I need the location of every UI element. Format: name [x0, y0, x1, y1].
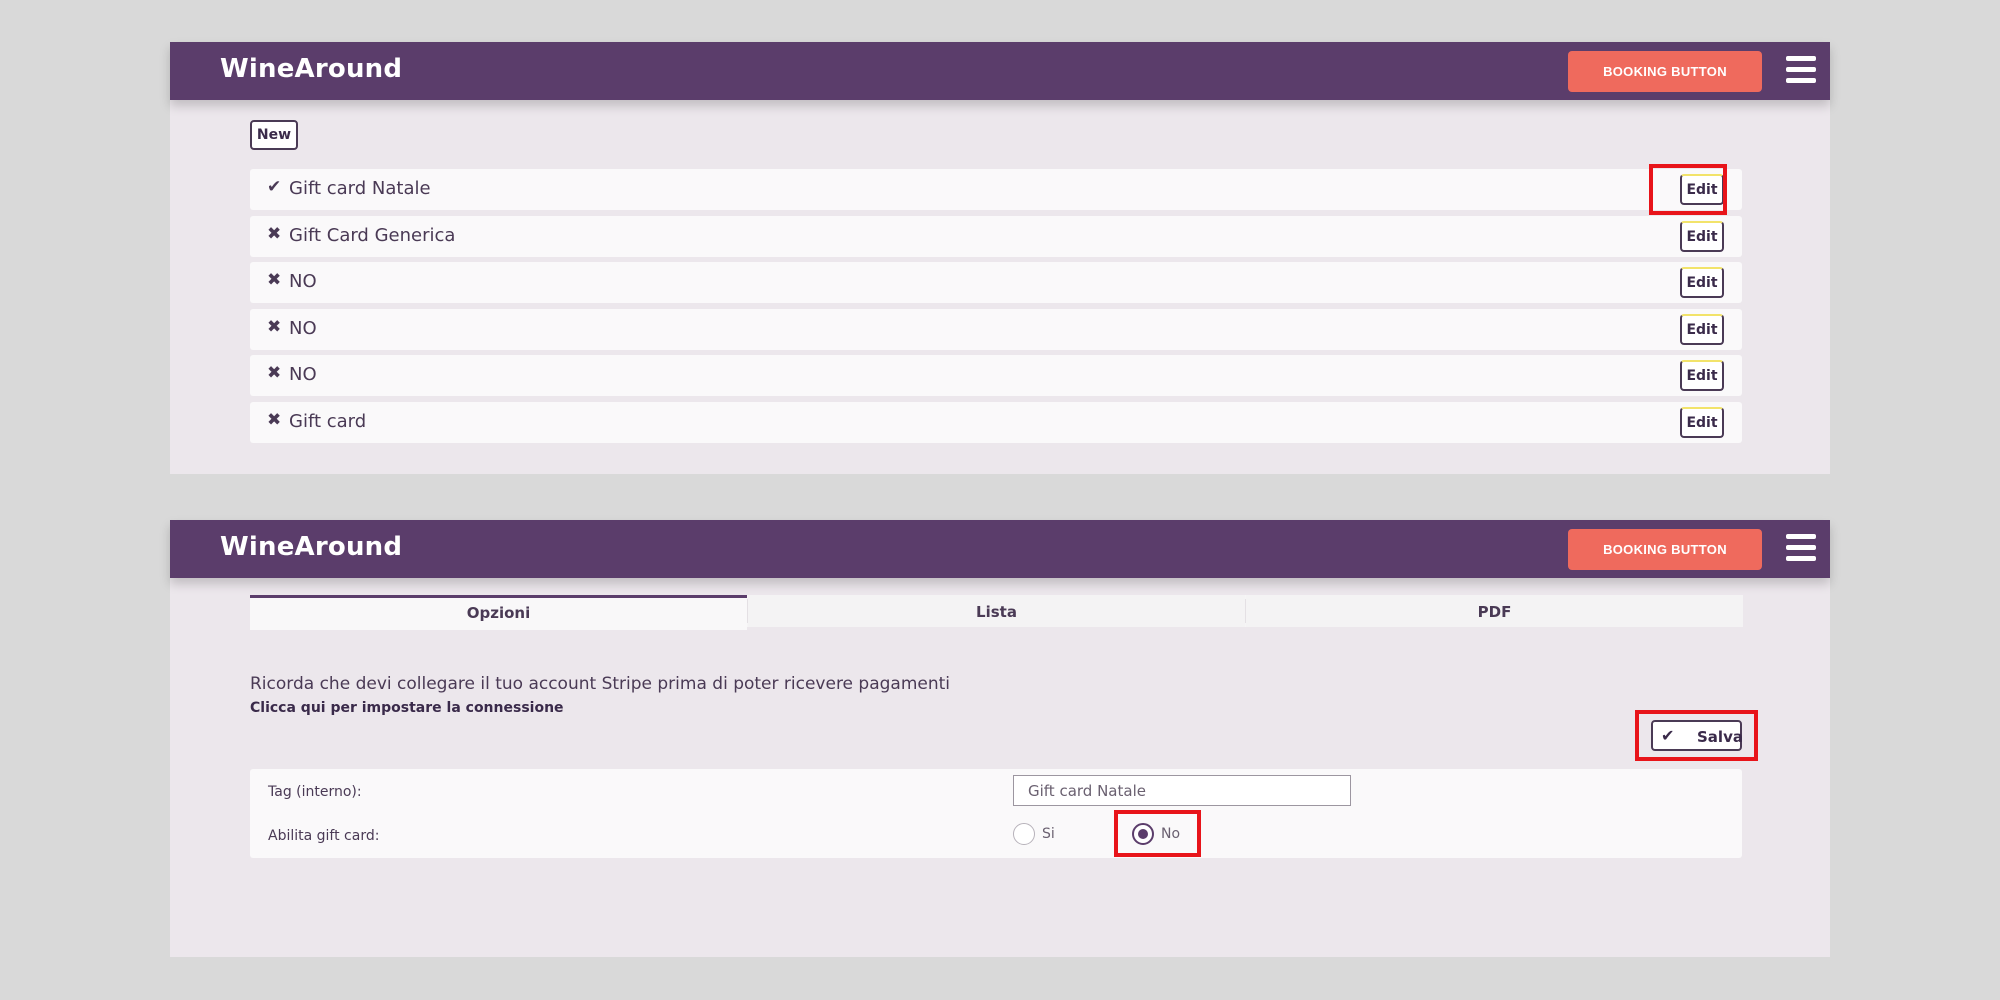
stripe-notice: Ricorda che devi collegare il tuo accoun… — [250, 674, 951, 694]
radio-si-label: Si — [1042, 826, 1055, 842]
check-icon: ✔ — [267, 177, 282, 197]
stripe-connection-link[interactable]: Clicca qui per impostare la connessione — [250, 700, 564, 716]
x-icon: ✖ — [267, 410, 282, 430]
tab-opzioni[interactable]: Opzioni — [250, 595, 747, 630]
radio-si[interactable] — [1013, 823, 1035, 845]
x-icon: ✖ — [267, 224, 282, 244]
list-item: ✖ Gift card Edit — [250, 402, 1742, 443]
x-icon: ✖ — [267, 317, 282, 337]
brand-logo[interactable]: WineAround — [220, 54, 402, 84]
tab-bar: Opzioni Lista PDF — [250, 595, 1743, 630]
edit-button[interactable]: Edit — [1680, 360, 1724, 391]
list-item: ✖ Gift Card Generica Edit — [250, 216, 1742, 257]
list-item-label: NO — [289, 271, 317, 292]
booking-button[interactable]: BOOKING BUTTON — [1568, 529, 1762, 570]
save-button-label: Salva — [1697, 728, 1743, 746]
list-item-label: NO — [289, 318, 317, 339]
list-item-label: Gift Card Generica — [289, 225, 456, 246]
list-item: ✔ Gift card Natale Edit — [250, 169, 1742, 210]
enable-gift-card-label: Abilita gift card: — [268, 828, 380, 844]
tag-label: Tag (interno): — [268, 784, 362, 800]
save-button[interactable]: ✔ Salva — [1651, 720, 1743, 751]
list-item-label: NO — [289, 364, 317, 385]
x-icon: ✖ — [267, 270, 282, 290]
list-item-label: Gift card Natale — [289, 178, 431, 199]
radio-no[interactable] — [1132, 823, 1154, 845]
navbar: WineAround BOOKING BUTTON — [170, 520, 1830, 578]
options-form: Tag (interno): Abilita gift card: Si No — [250, 769, 1742, 858]
list-item: ✖ NO Edit — [250, 262, 1742, 303]
hamburger-menu-icon[interactable] — [1786, 534, 1816, 562]
list-item: ✖ NO Edit — [250, 355, 1742, 396]
tab-pdf[interactable]: PDF — [1246, 595, 1743, 627]
booking-button[interactable]: BOOKING BUTTON — [1568, 51, 1762, 92]
navbar: WineAround BOOKING BUTTON — [170, 42, 1830, 100]
tag-input[interactable] — [1013, 775, 1351, 806]
hamburger-menu-icon[interactable] — [1786, 56, 1816, 84]
tab-lista[interactable]: Lista — [748, 595, 1245, 627]
gift-card-list-panel: WineAround BOOKING BUTTON New ✔ Gift car… — [170, 42, 1830, 474]
edit-button[interactable]: Edit — [1680, 407, 1724, 438]
edit-button[interactable]: Edit — [1680, 267, 1724, 298]
check-icon: ✔ — [1661, 726, 1675, 745]
new-button[interactable]: New — [250, 120, 298, 150]
gift-card-edit-panel: WineAround BOOKING BUTTON Opzioni Lista … — [170, 520, 1830, 957]
edit-button[interactable]: Edit — [1680, 221, 1724, 252]
list-item-label: Gift card — [289, 411, 367, 432]
x-icon: ✖ — [267, 363, 282, 383]
radio-no-label: No — [1161, 826, 1181, 842]
list-item: ✖ NO Edit — [250, 309, 1742, 350]
brand-logo[interactable]: WineAround — [220, 532, 402, 562]
edit-button[interactable]: Edit — [1680, 174, 1724, 205]
edit-button[interactable]: Edit — [1680, 314, 1724, 345]
